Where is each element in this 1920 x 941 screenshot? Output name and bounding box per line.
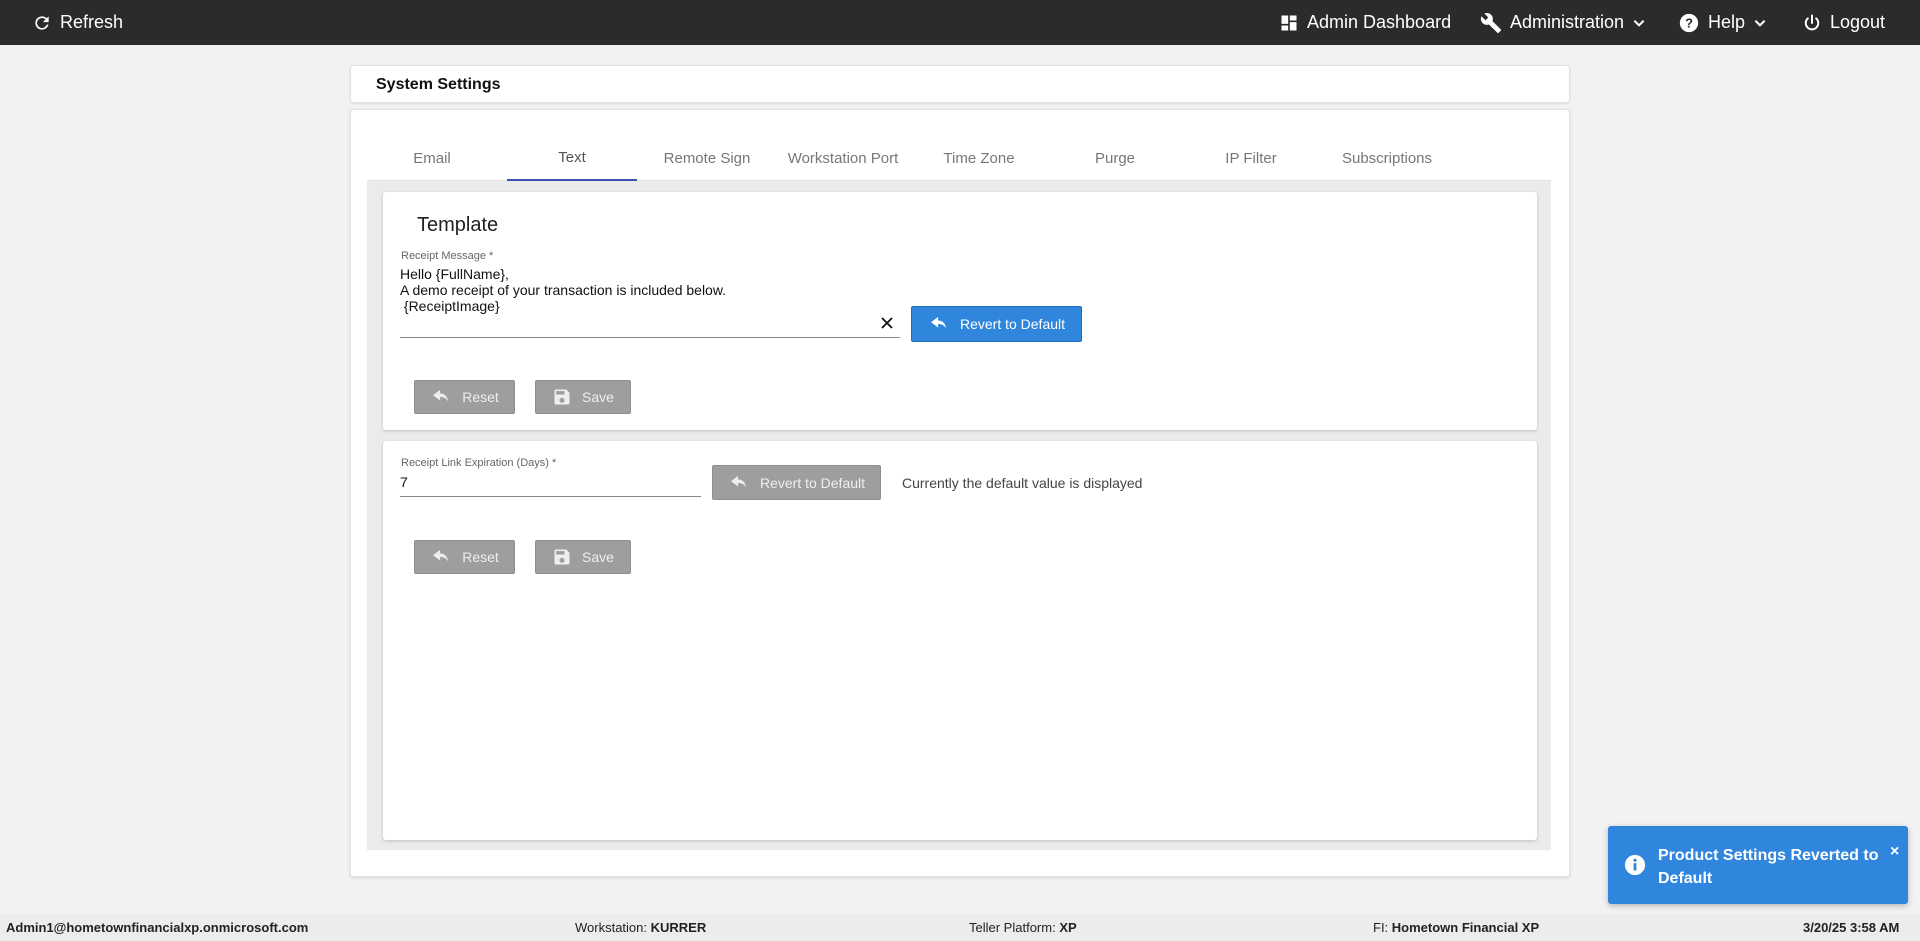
status-fi: FI: Hometown Financial XP — [1373, 920, 1539, 935]
template-card-title: Template — [417, 214, 499, 236]
notification-toast: Product Settings Reverted to Default × — [1608, 826, 1908, 904]
undo-icon — [433, 389, 449, 402]
refresh-icon — [35, 15, 49, 30]
status-datetime-value: 3/20/25 3:58 AM — [1803, 920, 1900, 935]
required-marker: * — [486, 250, 494, 262]
status-bar: Admin1@hometownfinancialxp.onmicrosoft.c… — [0, 914, 1920, 941]
status-platform: Teller Platform: XP — [969, 920, 1077, 935]
reset-button[interactable]: Reset — [414, 540, 515, 574]
save-button[interactable]: Save — [535, 540, 631, 574]
tab-purge[interactable]: Purge — [1050, 135, 1180, 181]
status-datetime: 3/20/25 3:58 AM — [1803, 920, 1899, 935]
tab-time-zone[interactable]: Time Zone — [914, 135, 1044, 181]
status-fi-label: FI: — [1373, 920, 1392, 935]
svg-text:?: ? — [1685, 15, 1693, 30]
reset-label: Reset — [462, 389, 499, 405]
revert-to-default-label: Revert to Default — [959, 316, 1066, 332]
receipt-message-textarea[interactable]: Hello {FullName}, A demo receipt of your… — [400, 266, 900, 338]
administration-menu[interactable]: Administration — [1480, 0, 1646, 45]
toast-message: Product Settings Reverted to Default — [1658, 847, 1879, 887]
status-fi-value: Hometown Financial XP — [1391, 920, 1540, 935]
receipt-link-expiration-value: 7 — [400, 474, 408, 490]
dashboard-icon — [1281, 15, 1297, 30]
tab-subscriptions[interactable]: Subscriptions — [1322, 135, 1452, 181]
status-user-value: Admin1@hometownfinancialxp.onmicrosoft.c… — [6, 920, 309, 935]
receipt-message-line: Hello {FullName}, — [400, 266, 509, 282]
admin-dashboard-link[interactable]: Admin Dashboard — [1279, 0, 1451, 45]
info-icon — [1624, 854, 1646, 876]
administration-label: Administration — [1510, 12, 1625, 32]
required-marker: * — [548, 457, 557, 469]
revert-to-default-button[interactable]: Revert to Default — [911, 306, 1082, 342]
status-workstation-value: KURRER — [650, 920, 707, 935]
receipt-message-line: {ReceiptImage} — [400, 298, 500, 314]
chevron-down-icon — [1633, 19, 1645, 27]
expiration-card — [383, 441, 1537, 840]
tab-text[interactable]: Text — [507, 135, 637, 181]
tab-remote-sign[interactable]: Remote Sign — [642, 135, 772, 181]
save-label: Save — [582, 549, 614, 565]
help-icon: ? — [1679, 13, 1699, 32]
receipt-message-label-text: Receipt Message — [401, 250, 486, 262]
status-platform-label: Teller Platform: — [969, 920, 1060, 935]
logout-label: Logout — [1830, 12, 1886, 32]
receipt-message-label: Receipt Message * — [401, 250, 493, 262]
reset-button[interactable]: Reset — [414, 380, 515, 414]
status-platform-value: XP — [1059, 920, 1077, 935]
logout-button[interactable]: Logout — [1802, 0, 1885, 45]
receipt-link-expiration-input[interactable]: 7 — [400, 470, 701, 497]
tab-workstation-port[interactable]: Workstation Port — [778, 135, 908, 181]
top-navigation-bar: Refresh Admin Dashboard Administration ?… — [0, 0, 1920, 45]
save-button[interactable]: Save — [535, 380, 631, 414]
receipt-message-line: A demo receipt of your transaction is in… — [400, 282, 727, 298]
tab-ip-filter[interactable]: IP Filter — [1186, 135, 1316, 181]
save-label: Save — [582, 389, 614, 405]
chevron-down-icon — [1754, 19, 1766, 27]
clear-field-button[interactable] — [877, 313, 897, 333]
receipt-link-expiration-label: Receipt Link Expiration (Days) * — [401, 457, 556, 469]
undo-icon — [930, 316, 947, 329]
revert-to-default-label: Revert to Default — [759, 474, 866, 491]
status-user: Admin1@hometownfinancialxp.onmicrosoft.c… — [6, 920, 308, 935]
save-icon — [554, 549, 570, 565]
help-menu[interactable]: ? Help — [1678, 0, 1767, 45]
undo-icon — [433, 549, 449, 562]
tab-email[interactable]: Email — [367, 135, 497, 181]
page-title: System Settings — [376, 76, 501, 93]
status-workstation: Workstation: KURRER — [575, 920, 706, 935]
receipt-link-expiration-label-text: Receipt Link Expiration (Days) — [401, 457, 549, 469]
admin-dashboard-label: Admin Dashboard — [1307, 12, 1452, 32]
wrench-icon — [1480, 12, 1502, 33]
help-label: Help — [1708, 12, 1746, 32]
power-icon — [1804, 14, 1820, 30]
revert-to-default-button[interactable]: Revert to Default — [712, 465, 881, 500]
status-workstation-label: Workstation: — [575, 920, 651, 935]
default-value-hint: Currently the default value is displayed — [902, 475, 1143, 491]
toast-close-button[interactable]: × — [1890, 843, 1899, 861]
refresh-label: Refresh — [60, 12, 124, 32]
refresh-button[interactable]: Refresh — [32, 0, 123, 45]
undo-icon — [730, 475, 747, 487]
page-title-panel: System Settings — [350, 65, 1570, 103]
save-icon — [554, 389, 570, 405]
reset-label: Reset — [462, 549, 499, 565]
close-icon — [881, 317, 893, 329]
settings-tabs: Email Text Remote Sign Workstation Port … — [367, 135, 1551, 181]
